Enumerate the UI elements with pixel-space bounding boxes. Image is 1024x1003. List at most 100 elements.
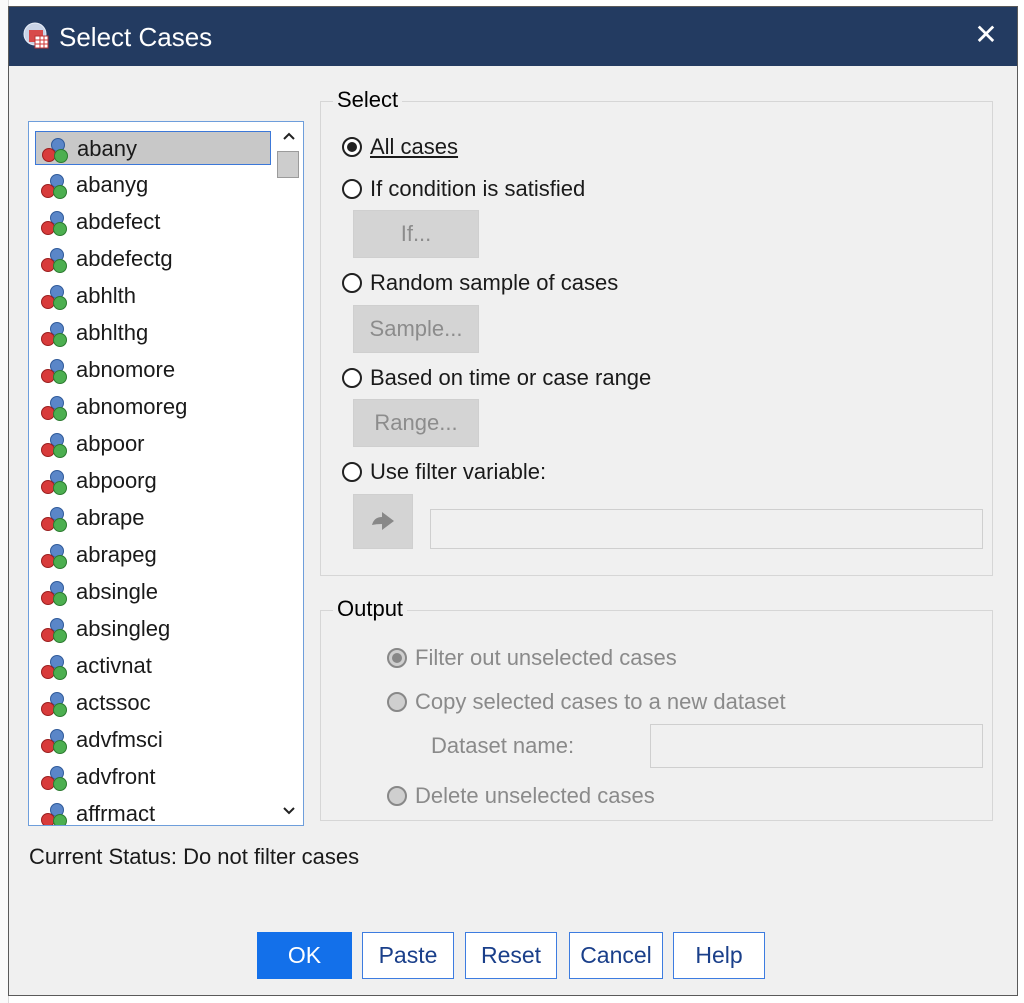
nominal-variable-icon [41,433,67,458]
radio-button [387,692,407,712]
dataset-name-field [650,724,983,768]
filter-out-label: Filter out unselected cases [415,645,677,670]
variable-name: abdefect [76,209,161,234]
copy-selected-label: Copy selected cases to a new dataset [415,689,786,714]
radio-all-cases[interactable]: All cases [342,133,542,165]
variable-list-item[interactable]: abpoor [35,427,271,461]
nominal-variable-icon [41,322,67,347]
variable-list-item[interactable]: activnat [35,649,271,683]
variable-name: abanyg [76,172,149,197]
time-range-label: Based on time or case range [370,365,652,390]
nominal-variable-icon [41,581,67,606]
variable-list-item[interactable]: abhlthg [35,316,271,350]
variable-name: abany [77,136,137,161]
nominal-variable-icon [41,211,67,236]
radio-delete-unselected: Delete unselected cases [387,782,747,814]
chevron-down-icon [282,807,295,815]
radio-button[interactable] [342,137,362,157]
variable-name: abhlthg [76,320,149,345]
nominal-variable-icon [41,359,67,384]
filter-variable-label: Use filter variable: [370,459,547,484]
variable-list[interactable]: abany abanyg abdefect abdefectg abhlth abhlth… [28,121,304,826]
cancel-button[interactable]: Cancel [569,932,663,979]
variable-name: advfmsci [76,727,163,752]
variable-list-item[interactable]: advfront [35,760,271,794]
scroll-down-arrow[interactable] [275,798,302,824]
scroll-up-arrow[interactable] [275,123,302,149]
variable-name: abrapeg [76,542,157,567]
variable-list-item[interactable]: abrape [35,501,271,535]
arrow-right-icon [372,512,394,530]
help-button[interactable]: Help [673,932,765,979]
variable-list-item[interactable]: abdefectg [35,242,271,276]
variable-list-item[interactable]: abdefect [35,205,271,239]
variable-list-item[interactable]: abanyg [35,168,271,202]
select-group-title: Select [333,85,403,115]
variable-list-item[interactable]: abhlth [35,279,271,313]
variable-name: actssoc [76,690,151,715]
radio-filter-out: Filter out unselected cases [387,644,747,676]
if-button: If... [353,210,479,258]
variable-list-item[interactable]: absingle [35,575,271,609]
output-group: Output Filter out unselected cases Copy … [320,594,993,821]
variable-name: abnomoreg [76,394,188,419]
radio-time-range[interactable]: Based on time or case range [342,364,702,396]
radio-button [387,786,407,806]
variable-name: abrape [76,505,145,530]
radio-button [387,648,407,668]
radio-filter-variable[interactable]: Use filter variable: [342,458,602,490]
if-condition-label: If condition is satisfied [370,176,586,201]
paste-button[interactable]: Paste [362,932,454,979]
variable-name: abdefectg [76,246,173,271]
radio-button[interactable] [342,179,362,199]
variable-name: affrmact [76,801,156,826]
variable-list-item[interactable]: abpoorg [35,464,271,498]
radio-if-condition[interactable]: If condition is satisfied [342,175,642,207]
variable-name: abhlth [76,283,136,308]
scroll-thumb[interactable] [277,151,299,178]
nominal-variable-icon [42,138,68,163]
nominal-variable-icon [41,766,67,791]
radio-random-sample[interactable]: Random sample of cases [342,269,662,301]
move-variable-button [353,494,413,549]
ok-button[interactable]: OK [257,932,352,979]
variable-list-item[interactable]: abnomoreg [35,390,271,424]
variable-list-item[interactable]: advfmsci [35,723,271,757]
select-group: Select All cases If condition is satisfi… [320,85,993,576]
radio-copy-selected: Copy selected cases to a new dataset [387,688,847,720]
output-group-title: Output [333,594,408,624]
nominal-variable-icon [41,655,67,680]
nominal-variable-icon [41,470,67,495]
variable-name: absingleg [76,616,171,641]
variable-name: absingle [76,579,158,604]
title-bar[interactable]: Select Cases ✕ [9,7,1017,66]
nominal-variable-icon [41,507,67,532]
variable-list-item[interactable]: affrmact [35,797,271,826]
nominal-variable-icon [41,396,67,421]
variable-list-item[interactable]: actssoc [35,686,271,720]
all-cases-label: All cases [370,133,458,161]
nominal-variable-icon [41,618,67,643]
variable-name: advfront [76,764,156,789]
variable-name: abpoor [76,431,145,456]
nominal-variable-icon [41,285,67,310]
nominal-variable-icon [41,692,67,717]
variable-list-item[interactable]: abany [35,131,271,165]
range-button: Range... [353,399,479,447]
variable-list-item[interactable]: abnomore [35,353,271,387]
variable-list-scrollbar[interactable] [275,123,302,824]
variable-list-item[interactable]: absingleg [35,612,271,646]
radio-button[interactable] [342,368,362,388]
variable-name: abnomore [76,357,176,382]
close-button[interactable]: ✕ [955,7,1017,66]
dataset-name-label: Dataset name: [431,733,575,758]
nominal-variable-icon [41,544,67,569]
radio-button[interactable] [342,273,362,293]
variable-list-item[interactable]: abrapeg [35,538,271,572]
reset-button[interactable]: Reset [465,932,557,979]
delete-unselected-label: Delete unselected cases [415,783,655,808]
nominal-variable-icon [41,174,67,199]
radio-button[interactable] [342,462,362,482]
variable-name: abpoorg [76,468,157,493]
spss-select-cases-icon [23,22,49,49]
